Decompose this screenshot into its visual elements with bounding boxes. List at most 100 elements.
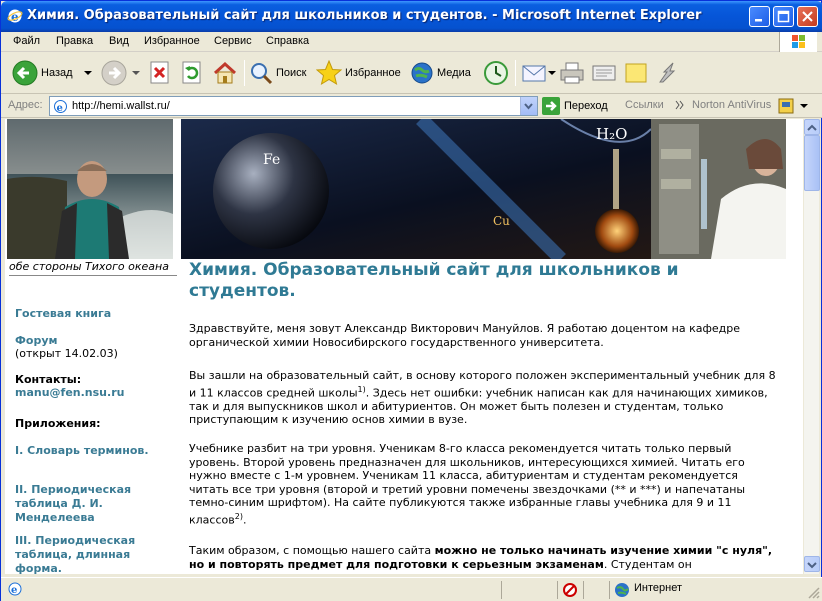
close-icon bbox=[802, 11, 813, 22]
search-label: Поиск bbox=[276, 67, 307, 79]
contacts-heading: Контакты: bbox=[15, 373, 82, 386]
app-long-periodic-table-link[interactable]: III. Периодическая таблица, длинная форм… bbox=[15, 534, 165, 574]
home-button[interactable] bbox=[212, 60, 238, 86]
norton-antivirus-label[interactable]: Norton AntiVirus bbox=[692, 99, 771, 111]
forward-arrow-icon bbox=[101, 60, 127, 86]
cu-label: Cu bbox=[493, 214, 510, 228]
page-status-icon: e bbox=[8, 582, 22, 596]
menu-help[interactable]: Справка bbox=[266, 35, 309, 47]
page-title: Химия. Образовательный сайт для школьник… bbox=[189, 260, 679, 301]
footnote-2[interactable]: 2) bbox=[235, 512, 243, 521]
menu-edit[interactable]: Правка bbox=[56, 35, 93, 47]
photo-caption: обе стороны Тихого океана bbox=[9, 260, 177, 276]
chevron-down-icon bbox=[807, 562, 817, 569]
printer-icon bbox=[560, 62, 584, 84]
app-dictionary-link[interactable]: I. Словарь терминов. bbox=[15, 444, 165, 458]
note-icon bbox=[625, 63, 647, 83]
favorites-button[interactable]: Избранное bbox=[316, 60, 401, 86]
menu-file[interactable]: Файл bbox=[13, 35, 40, 47]
dropdown-arrow-icon[interactable] bbox=[131, 69, 141, 77]
links-button[interactable]: Ссылки bbox=[625, 99, 664, 111]
dropdown-arrow-icon[interactable] bbox=[547, 69, 557, 77]
page-content: обе стороны Тихого океана Гостевая книга… bbox=[5, 119, 803, 574]
footnote-1[interactable]: 1) bbox=[358, 385, 366, 394]
stop-button[interactable] bbox=[149, 60, 171, 86]
close-button[interactable] bbox=[797, 6, 818, 27]
refresh-icon bbox=[182, 61, 201, 84]
author-photo bbox=[7, 119, 173, 259]
fe-label: Fe bbox=[263, 152, 280, 168]
maximize-icon bbox=[777, 10, 790, 23]
title-bar[interactable]: e Химия. Образовательный сайт для школьн… bbox=[1, 1, 822, 32]
resize-grip-icon[interactable] bbox=[807, 586, 820, 599]
go-button[interactable]: Переход bbox=[542, 97, 608, 115]
discuss-button[interactable] bbox=[624, 60, 648, 86]
dropdown-arrow-icon[interactable] bbox=[83, 69, 93, 77]
maximize-button[interactable] bbox=[773, 6, 794, 27]
star-icon bbox=[316, 60, 342, 86]
search-button[interactable]: Поиск bbox=[249, 60, 306, 86]
page-icon: e bbox=[54, 100, 67, 114]
address-dropdown-button[interactable] bbox=[520, 97, 537, 115]
print-button[interactable] bbox=[559, 60, 585, 86]
media-button[interactable]: Медиа bbox=[410, 60, 471, 86]
intro-paragraph: Здравствуйте, меня зовут Александр Викто… bbox=[189, 322, 740, 349]
summary-text-1: Таким образом, с помощью нашего сайта bbox=[189, 544, 435, 557]
summary-paragraph: Таким образом, с помощью нашего сайта мо… bbox=[189, 544, 779, 571]
chevron-right-icon[interactable] bbox=[675, 100, 685, 110]
scroll-thumb[interactable] bbox=[804, 135, 820, 191]
mail-button[interactable] bbox=[521, 60, 557, 86]
levels-text-1: Учебнике разбит на три уровня. Ученикам … bbox=[189, 442, 746, 527]
levels-paragraph: Учебнике разбит на три уровня. Ученикам … bbox=[189, 442, 779, 527]
minimize-button[interactable] bbox=[749, 6, 770, 27]
address-url: http://hemi.wallst.ru/ bbox=[72, 100, 170, 112]
address-label: Адрес: bbox=[8, 99, 43, 111]
menu-view[interactable]: Вид bbox=[109, 35, 129, 47]
summary-text-2: . Студентам он bbox=[603, 557, 692, 571]
standard-toolbar: Назад Поиск Избранное Медиа bbox=[1, 52, 822, 94]
address-input[interactable]: e http://hemi.wallst.ru/ bbox=[49, 96, 538, 116]
menu-favorites[interactable]: Избранное bbox=[144, 35, 200, 47]
home-icon bbox=[213, 61, 237, 84]
back-arrow-icon bbox=[12, 60, 38, 86]
menu-bar: Файл Правка Вид Избранное Сервис Справка bbox=[1, 32, 822, 52]
vertical-scrollbar[interactable] bbox=[803, 119, 820, 574]
popup-blocker-cell[interactable] bbox=[557, 581, 581, 599]
chevron-up-icon bbox=[807, 124, 817, 131]
media-label: Медиа bbox=[437, 67, 471, 79]
levels-text-2: . bbox=[242, 513, 247, 527]
norton-icon[interactable] bbox=[778, 97, 796, 115]
back-button[interactable]: Назад bbox=[12, 60, 93, 86]
scroll-down-button[interactable] bbox=[804, 556, 820, 572]
history-button[interactable] bbox=[483, 60, 509, 86]
chevron-down-icon bbox=[524, 103, 533, 110]
mail-icon bbox=[522, 65, 546, 82]
h2o-label: H₂O bbox=[596, 125, 627, 143]
status-cell bbox=[583, 581, 607, 599]
go-arrow-icon bbox=[542, 97, 560, 115]
windows-logo bbox=[779, 32, 817, 52]
edit-document-icon bbox=[592, 65, 616, 81]
menu-tools[interactable]: Сервис bbox=[214, 35, 252, 47]
refresh-button[interactable] bbox=[181, 60, 203, 86]
search-icon bbox=[251, 63, 273, 85]
app-periodic-table-link[interactable]: II. Периодическая таблица Д. И. Менделее… bbox=[15, 483, 165, 525]
email-link[interactable]: manu@fen.nsu.ru bbox=[15, 386, 124, 400]
dropdown-arrow-icon[interactable] bbox=[799, 102, 809, 110]
sidebar: обе стороны Тихого океана Гостевая книга… bbox=[5, 119, 177, 574]
forum-note: (открыт 14.02.03) bbox=[15, 347, 118, 360]
header-banner: Fe Cu H₂O bbox=[181, 119, 786, 259]
windows-flag-icon bbox=[792, 35, 805, 48]
edit-button[interactable] bbox=[591, 60, 617, 86]
back-label: Назад bbox=[41, 67, 73, 79]
author-photo-image bbox=[7, 119, 173, 259]
history-icon bbox=[484, 61, 508, 85]
textbook-paragraph: Вы зашли на образовательный сайт, в осно… bbox=[189, 369, 779, 427]
guestbook-link[interactable]: Гостевая книга bbox=[15, 307, 111, 321]
scroll-up-button[interactable] bbox=[804, 119, 820, 135]
forum-link[interactable]: Форум bbox=[15, 334, 58, 348]
messenger-button[interactable] bbox=[655, 60, 681, 86]
forward-button[interactable] bbox=[101, 60, 141, 86]
status-cell bbox=[501, 581, 555, 599]
favorites-label: Избранное bbox=[345, 67, 401, 79]
